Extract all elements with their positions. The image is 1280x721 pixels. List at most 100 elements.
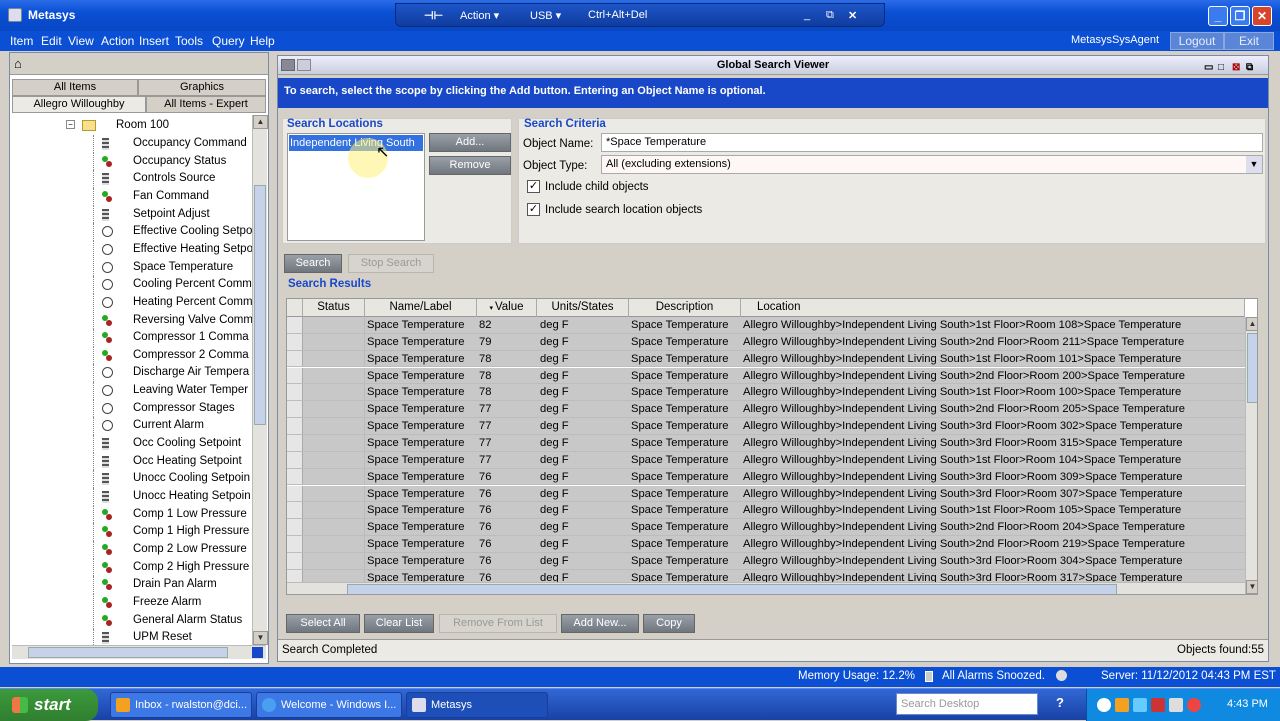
table-row[interactable]: Space Temperature 78 deg F Space Temperatur…	[287, 384, 1245, 402]
back-icon[interactable]	[281, 59, 295, 71]
tab-graphics[interactable]: Graphics	[138, 79, 266, 96]
tab-allegro-willoughby[interactable]: Allegro Willoughby	[12, 96, 146, 113]
tree-item[interactable]: Effective Cooling Setpo	[10, 223, 256, 241]
column-description[interactable]: Description	[629, 299, 741, 317]
close-button[interactable]: ✕	[1252, 6, 1272, 26]
table-row[interactable]: Space Temperature 82 deg F Space Temperatur…	[287, 317, 1245, 334]
rdp-close-icon[interactable]: ✕	[848, 9, 857, 22]
object-type-select[interactable]: All (excluding extensions) ▼	[601, 155, 1263, 174]
tree-item[interactable]: Unocc Heating Setpoin	[10, 488, 256, 506]
tree-item[interactable]: Drain Pan Alarm	[10, 576, 256, 594]
search-icon[interactable]: ⚲	[1022, 695, 1032, 711]
table-row[interactable]: Space Temperature 77 deg F Space Temperatur…	[287, 401, 1245, 419]
tree-item[interactable]: Occupancy Status	[10, 152, 256, 171]
include-child-checkbox[interactable]: ✓	[527, 180, 540, 193]
scroll-down-icon[interactable]: ▼	[1246, 580, 1257, 594]
table-row[interactable]: Space Temperature 77 deg F Space Temperatur…	[287, 434, 1245, 452]
tree-item[interactable]: Occ Cooling Setpoint	[10, 435, 256, 453]
forward-icon[interactable]	[297, 59, 311, 71]
row-marker[interactable]	[287, 502, 303, 519]
menu-query[interactable]: Query	[212, 34, 245, 48]
close-viewer-icon[interactable]: ⊠	[1232, 59, 1240, 77]
row-marker[interactable]	[287, 451, 303, 468]
tree-item[interactable]: Discharge Air Tempera	[10, 364, 256, 383]
row-marker[interactable]	[287, 333, 303, 350]
network-icon[interactable]	[1133, 698, 1147, 712]
menu-view[interactable]: View	[68, 34, 94, 48]
scroll-up-icon[interactable]: ▲	[253, 115, 268, 129]
tree-item[interactable]: Comp 2 Low Pressure	[10, 540, 256, 559]
scroll-thumb[interactable]	[254, 185, 266, 425]
locations-list[interactable]: Independent Living South ↖	[287, 133, 425, 241]
security-icon[interactable]	[1151, 698, 1165, 712]
exit-button[interactable]: Exit	[1224, 32, 1274, 50]
scroll-up-icon[interactable]: ▲	[1246, 317, 1257, 331]
tree-item[interactable]: Setpoint Adjust	[10, 205, 256, 224]
maximize-button[interactable]: ❐	[1230, 6, 1250, 26]
clear-list-button[interactable]: Clear List	[364, 614, 434, 633]
row-marker[interactable]	[287, 485, 303, 502]
tree-item[interactable]: Current Alarm	[10, 417, 256, 435]
volume-icon[interactable]	[1169, 698, 1183, 712]
row-marker[interactable]	[287, 519, 303, 535]
back-arrow-icon[interactable]	[1097, 698, 1111, 712]
folder-open-icon[interactable]: ▭	[1204, 59, 1213, 77]
row-marker[interactable]	[287, 401, 303, 418]
table-row[interactable]: Space Temperature 76 deg F Space Temperatur…	[287, 519, 1245, 536]
stop-search-button[interactable]: Stop Search	[348, 254, 434, 273]
h-scroll-thumb[interactable]	[347, 584, 1117, 594]
row-marker[interactable]	[287, 350, 303, 367]
table-row[interactable]: Space Temperature 78 deg F Space Temperatur…	[287, 367, 1245, 385]
tree-item[interactable]: Comp 2 High Pressure	[10, 558, 256, 577]
h-scroll-thumb[interactable]	[28, 647, 228, 658]
start-button[interactable]: start	[0, 689, 98, 721]
collapse-icon[interactable]: −	[66, 120, 75, 129]
table-row[interactable]: Space Temperature 76 deg F Space Temperatur…	[287, 502, 1245, 520]
add-new-button[interactable]: Add New...	[561, 614, 639, 633]
table-row[interactable]: Space Temperature 76 deg F Space Temperatur…	[287, 468, 1245, 486]
tree-vertical-scrollbar[interactable]: ▲ ▼	[252, 115, 268, 645]
logout-button[interactable]: Logout	[1170, 32, 1224, 50]
tree-item[interactable]: Fan Command	[10, 187, 256, 206]
row-marker[interactable]	[287, 384, 303, 401]
row-marker[interactable]	[287, 536, 303, 552]
taskbar-metasys[interactable]: Metasys	[406, 692, 548, 718]
scroll-down-icon[interactable]: ▼	[253, 631, 268, 645]
table-row[interactable]: Space Temperature 78 deg F Space Temperatur…	[287, 350, 1245, 368]
tree-item[interactable]: Heating Percent Comm	[10, 293, 256, 312]
column-name-label[interactable]: Name/Label	[365, 299, 477, 317]
tab-all-items-expert[interactable]: All Items - Expert	[146, 96, 266, 113]
menu-item[interactable]: Item	[10, 34, 33, 48]
row-marker[interactable]	[287, 317, 303, 333]
table-row[interactable]: Space Temperature 77 deg F Space Temperatur…	[287, 418, 1245, 435]
table-row[interactable]: Space Temperature 76 deg F Space Temperatur…	[287, 552, 1245, 570]
tree-folder-room-100[interactable]: − Room 100	[10, 117, 256, 135]
row-marker[interactable]	[287, 552, 303, 569]
alert-icon[interactable]	[1187, 698, 1201, 712]
detach-icon[interactable]: ⧉	[1246, 59, 1253, 77]
menu-edit[interactable]: Edit	[41, 34, 62, 48]
column-units[interactable]: Units/States	[537, 299, 629, 317]
help-icon[interactable]: ?	[1056, 695, 1064, 710]
pin-icon[interactable]: ⊣⊢	[424, 9, 443, 22]
tree-item[interactable]: Comp 1 Low Pressure	[10, 505, 256, 524]
remove-location-button[interactable]: Remove	[429, 156, 511, 175]
search-button[interactable]: Search	[284, 254, 342, 273]
tree-item[interactable]: Freeze Alarm	[10, 593, 256, 612]
menu-tools[interactable]: Tools	[175, 34, 203, 48]
row-marker[interactable]	[287, 434, 303, 451]
column-status[interactable]: Status	[303, 299, 365, 317]
tree-item[interactable]: Comp 1 High Pressure	[10, 523, 256, 541]
tree-item[interactable]: Reversing Valve Comm	[10, 311, 256, 330]
copy-button[interactable]: Copy	[643, 614, 695, 633]
tree-item[interactable]: Leaving Water Temper	[10, 382, 256, 400]
home-icon[interactable]: ⌂	[14, 56, 22, 71]
table-row[interactable]: Space Temperature 76 deg F Space Temperatur…	[287, 536, 1245, 553]
chevron-down-icon[interactable]: ▼	[1246, 156, 1262, 173]
rdp-action-menu[interactable]: Action ▾	[460, 9, 499, 22]
outlook-tray-icon[interactable]	[1115, 698, 1129, 712]
row-marker[interactable]	[287, 468, 303, 485]
tree-item[interactable]: General Alarm Status	[10, 611, 256, 630]
tree-item[interactable]: Controls Source	[10, 170, 256, 188]
tree-item[interactable]: Occupancy Command	[10, 135, 256, 153]
